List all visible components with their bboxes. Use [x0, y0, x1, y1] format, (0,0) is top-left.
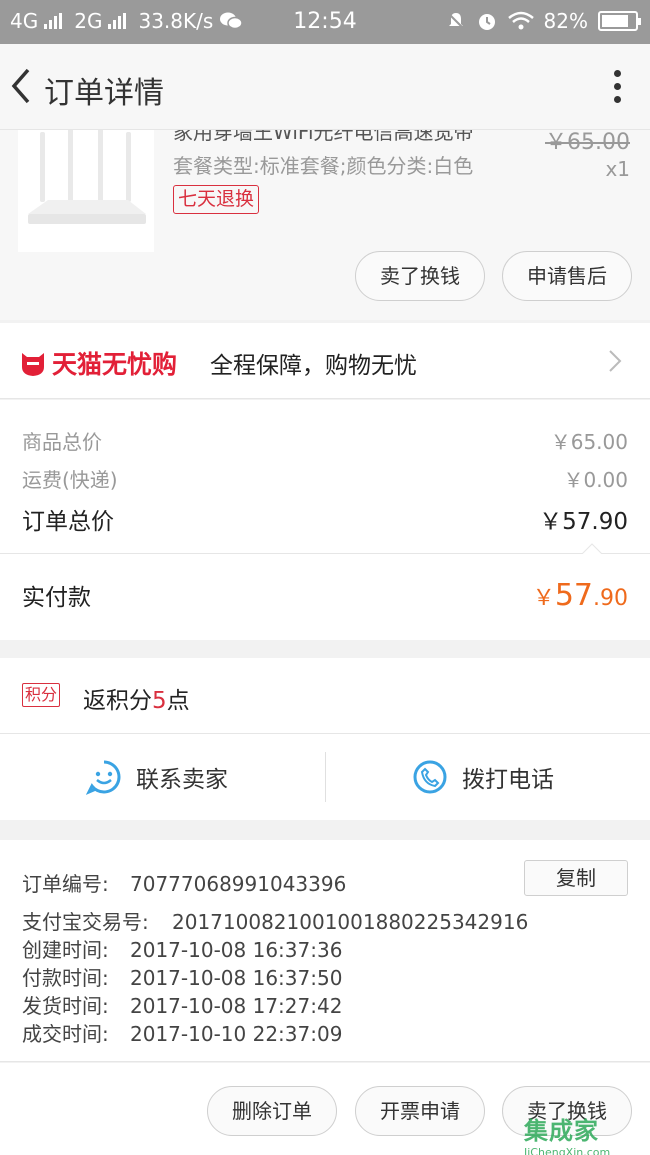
- return-policy-tag: 七天退换: [173, 185, 260, 214]
- tmall-slogan: 全程保障，购物无忧: [210, 353, 417, 379]
- contact-bar: 联系卖家 拨打电话: [0, 734, 650, 820]
- created-time-row: 创建时间: 2017-10-08 16:37:36: [22, 934, 342, 963]
- pointer-triangle: [582, 543, 602, 554]
- shipped-time-row: 发货时间: 2017-10-08 17:27:42: [22, 990, 342, 1019]
- invoice-request-button[interactable]: 开票申请: [355, 1086, 485, 1136]
- delete-order-button[interactable]: 删除订单: [207, 1086, 337, 1136]
- points-prefix: 返积分: [83, 688, 152, 714]
- created-time-label: 创建时间:: [22, 938, 109, 962]
- divider: [325, 752, 326, 802]
- quantity: x1: [605, 157, 630, 181]
- back-arrow-icon[interactable]: [8, 66, 38, 106]
- watermark-main: 集成家: [524, 1117, 599, 1145]
- tmall-brand-text: 天猫无忧购: [52, 350, 178, 379]
- watermark-sub: JiChengXin.com: [524, 1146, 611, 1155]
- created-time-value: 2017-10-08 16:37:36: [130, 938, 343, 962]
- paid-time-label: 付款时间:: [22, 966, 109, 990]
- paid-decimal: .90: [593, 586, 628, 611]
- app-bar: 订单详情: [0, 44, 650, 130]
- more-options-icon[interactable]: [612, 70, 622, 106]
- sell-for-cash-button[interactable]: 卖了换钱: [355, 251, 485, 301]
- shipped-time-value: 2017-10-08 17:27:42: [130, 994, 343, 1018]
- bottom-action-bar: 删除订单 开票申请 卖了换钱 集成家 JiChengXin.com: [0, 1063, 650, 1155]
- alipay-number-row: 支付宝交易号: 2017100821001001880225342916: [22, 906, 528, 935]
- paid-amount-label: 实付款: [22, 585, 91, 611]
- site-watermark: 集成家 JiChengXin.com: [524, 1111, 644, 1155]
- completed-time-row: 成交时间: 2017-10-10 22:37:09: [22, 1018, 342, 1047]
- page-title: 订单详情: [44, 76, 164, 111]
- router-thumbnail[interactable]: [18, 130, 154, 252]
- copy-button[interactable]: 复制: [524, 860, 628, 896]
- paid-integer: 57: [554, 578, 593, 613]
- phone-icon: [413, 760, 447, 794]
- price-summary: 商品总价 ￥65.00 运费(快递) ￥0.00 订单总价 ￥57.90 实付款…: [0, 400, 650, 640]
- contact-seller-button[interactable]: 联系卖家: [86, 734, 228, 820]
- points-suffix: 点: [166, 688, 190, 714]
- goods-total-label: 商品总价: [22, 430, 102, 454]
- order-number-row: 订单编号: 70777068991043396: [22, 868, 346, 897]
- wifi-icon: [507, 11, 534, 30]
- tmall-guarantee-banner[interactable]: 天猫无忧购 全程保障，购物无忧: [0, 323, 650, 399]
- alipay-number-value: 2017100821001001880225342916: [172, 910, 529, 934]
- battery-percent: 82%: [543, 9, 588, 33]
- points-row: 积分 返积分5点: [0, 658, 650, 734]
- tmall-logo: 天猫无忧购: [20, 345, 177, 381]
- status-bar: 4G 2G 33.8K/s 12:54 82%: [0, 0, 650, 44]
- divider: [0, 553, 650, 554]
- original-price: ￥65.00: [545, 130, 630, 155]
- completed-time-value: 2017-10-10 22:37:09: [130, 1022, 343, 1046]
- order-total-label: 订单总价: [22, 509, 114, 535]
- shipping-value: ￥0.00: [563, 468, 628, 492]
- apply-aftersale-button[interactable]: 申请售后: [502, 251, 632, 301]
- chat-smile-icon: [86, 760, 121, 795]
- contact-seller-label: 联系卖家: [136, 767, 228, 793]
- paid-currency: ￥: [532, 586, 555, 611]
- paid-time-value: 2017-10-08 16:37:50: [130, 966, 343, 990]
- alipay-number-label: 支付宝交易号:: [22, 910, 149, 934]
- points-text: 返积分5点: [83, 681, 190, 715]
- call-phone-button[interactable]: 拨打电话: [412, 734, 554, 820]
- goods-total-value: ￥65.00: [550, 430, 628, 454]
- completed-time-label: 成交时间:: [22, 1022, 109, 1046]
- battery-icon: [598, 11, 641, 31]
- alarm-icon: [478, 14, 495, 30]
- order-total-value: ￥57.90: [539, 509, 628, 535]
- product-card[interactable]: 家用穿墙王WiFi光纤电信高速宽带 套餐类型:标准套餐;颜色分类:白色 七天退换…: [0, 130, 650, 320]
- router-image: [28, 130, 146, 224]
- order-number-value: 70777068991043396: [130, 872, 347, 896]
- order-number-label: 订单编号:: [22, 872, 109, 896]
- order-info: 订单编号: 70777068991043396 复制 支付宝交易号: 2017100…: [0, 840, 650, 1062]
- tmall-cat-icon: [22, 353, 44, 376]
- paid-amount-value: ￥57.90: [533, 578, 628, 613]
- paid-time-row: 付款时间: 2017-10-08 16:37:50: [22, 962, 342, 991]
- call-phone-label: 拨打电话: [462, 767, 554, 793]
- chevron-right-icon: [609, 350, 622, 372]
- points-count: 5: [152, 688, 167, 714]
- shipped-time-label: 发货时间:: [22, 994, 109, 1018]
- product-spec: 套餐类型:标准套餐;颜色分类:白色: [173, 154, 474, 178]
- shipping-label: 运费(快递): [22, 468, 118, 492]
- mute-bell-icon: [446, 12, 465, 30]
- points-badge: 积分: [22, 683, 61, 707]
- product-name[interactable]: 家用穿墙王WiFi光纤电信高速宽带: [173, 130, 474, 145]
